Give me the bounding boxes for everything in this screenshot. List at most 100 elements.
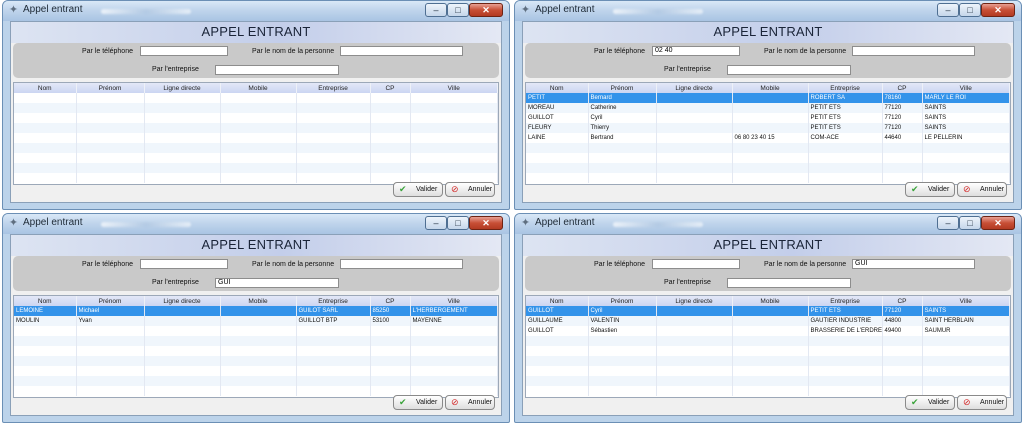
column-header[interactable]: Entreprise xyxy=(296,296,371,306)
table-row[interactable] xyxy=(14,356,498,366)
close-button[interactable]: ✕ xyxy=(981,3,1015,17)
maximize-button[interactable]: □ xyxy=(959,216,981,230)
table-row[interactable] xyxy=(526,366,1010,376)
maximize-button[interactable]: □ xyxy=(447,3,469,17)
valider-button[interactable]: ✔ Valider xyxy=(393,182,443,197)
table-row[interactable]: GUILLOT Sébastien BRASSERIE DE L'ERDRE 4940… xyxy=(526,326,1010,336)
close-button[interactable]: ✕ xyxy=(981,216,1015,230)
annuler-button[interactable]: ⊘ Annuler xyxy=(957,182,1007,197)
table-row[interactable] xyxy=(14,143,498,153)
column-header[interactable]: Mobile xyxy=(220,83,297,93)
window-titlebar[interactable]: ✦ Appel entrant – □ ✕ xyxy=(515,214,1021,234)
window-titlebar[interactable]: ✦ Appel entrant – □ ✕ xyxy=(3,214,509,234)
column-header[interactable]: Entreprise xyxy=(808,296,883,306)
annuler-button[interactable]: ⊘ Annuler xyxy=(957,395,1007,410)
column-header[interactable]: CP xyxy=(370,296,411,306)
table-row[interactable] xyxy=(14,113,498,123)
table-row[interactable] xyxy=(14,346,498,356)
phone-input[interactable] xyxy=(140,259,228,269)
company-input[interactable] xyxy=(727,278,851,288)
table-row[interactable] xyxy=(14,153,498,163)
table-row[interactable]: FLEURY Thierry PETIT ETS 77120 SAINTS xyxy=(526,123,1010,133)
column-header[interactable]: Ville xyxy=(410,83,498,93)
column-header[interactable]: Nom xyxy=(14,296,77,306)
window-titlebar[interactable]: ✦ Appel entrant – □ ✕ xyxy=(515,1,1021,21)
table-row[interactable]: PETIT Bernard ROBERT SA 78160 MARLY LE ROI xyxy=(526,93,1010,103)
minimize-button[interactable]: – xyxy=(937,3,959,17)
maximize-button[interactable]: □ xyxy=(447,216,469,230)
annuler-button[interactable]: ⊘ Annuler xyxy=(445,395,495,410)
phone-input[interactable] xyxy=(140,46,228,56)
table-row[interactable] xyxy=(14,133,498,143)
column-header[interactable]: CP xyxy=(882,83,923,93)
window-titlebar[interactable]: ✦ Appel entrant – □ ✕ xyxy=(3,1,509,21)
person-input[interactable] xyxy=(852,46,975,56)
valider-button[interactable]: ✔ Valider xyxy=(905,395,955,410)
valider-button[interactable]: ✔ Valider xyxy=(393,395,443,410)
column-header[interactable]: Prénom xyxy=(588,83,657,93)
table-row[interactable]: LAINE Bertrand 06 80 23 40 15 COM-ACE 44640 L… xyxy=(526,133,1010,143)
column-header[interactable]: Nom xyxy=(526,296,589,306)
column-header[interactable]: Ville xyxy=(410,296,498,306)
column-header[interactable]: Ligne directe xyxy=(144,296,221,306)
column-header[interactable]: Ville xyxy=(922,296,1010,306)
valider-button[interactable]: ✔ Valider xyxy=(905,182,955,197)
table-row[interactable]: MOULIN Yvan GUILLOT BTP 53100 MAYENNE xyxy=(14,316,498,326)
minimize-button[interactable]: – xyxy=(937,216,959,230)
annuler-button[interactable]: ⊘ Annuler xyxy=(445,182,495,197)
phone-input[interactable] xyxy=(652,259,740,269)
table-row[interactable]: GUILLAUME VALENTIN GAUTIER INDUSTRIE 44800 S… xyxy=(526,316,1010,326)
table-row[interactable]: GUILLOT Cyril PETIT ETS 77120 SAINTS xyxy=(526,113,1010,123)
column-header[interactable]: CP xyxy=(882,296,923,306)
column-header[interactable]: Prénom xyxy=(588,296,657,306)
table-row[interactable]: LEMOINE Michael GUILOT SARL 85250 L'HERBERGE… xyxy=(14,306,498,316)
table-row[interactable] xyxy=(14,123,498,133)
table-row[interactable] xyxy=(14,93,498,103)
table-row[interactable] xyxy=(526,143,1010,153)
column-header[interactable]: Ville xyxy=(922,83,1010,93)
minimize-button[interactable]: – xyxy=(425,216,447,230)
column-header[interactable]: CP xyxy=(370,83,411,93)
table-row[interactable] xyxy=(526,336,1010,346)
column-header[interactable]: Nom xyxy=(526,83,589,93)
table-row[interactable] xyxy=(14,103,498,113)
table-row[interactable] xyxy=(526,356,1010,366)
table-row[interactable] xyxy=(526,346,1010,356)
column-header[interactable]: Mobile xyxy=(732,296,809,306)
person-input[interactable] xyxy=(340,259,463,269)
table-row[interactable] xyxy=(526,376,1010,386)
company-input[interactable] xyxy=(215,65,339,75)
company-input[interactable] xyxy=(727,65,851,75)
column-header[interactable]: Prénom xyxy=(76,296,145,306)
column-header[interactable]: Ligne directe xyxy=(656,83,733,93)
minimize-button[interactable]: – xyxy=(425,3,447,17)
person-input[interactable]: GUI xyxy=(852,259,975,269)
table-row[interactable]: GUILLOT Cyril PETIT ETS 77120 SAINTS xyxy=(526,306,1010,316)
column-header[interactable]: Prénom xyxy=(76,83,145,93)
table-cell xyxy=(144,336,221,346)
window-title: Appel entrant xyxy=(535,4,595,15)
phone-input[interactable]: 02 40 xyxy=(652,46,740,56)
table-row[interactable]: MOREAU Catherine PETIT ETS 77120 SAINTS xyxy=(526,103,1010,113)
table-row[interactable] xyxy=(14,326,498,336)
column-header[interactable]: Ligne directe xyxy=(656,296,733,306)
table-cell xyxy=(220,113,297,123)
column-header[interactable]: Ligne directe xyxy=(144,83,221,93)
table-cell: SAINTS xyxy=(922,306,1010,316)
table-row[interactable] xyxy=(526,153,1010,163)
column-header[interactable]: Entreprise xyxy=(808,83,883,93)
maximize-button[interactable]: □ xyxy=(959,3,981,17)
table-row[interactable] xyxy=(14,163,498,173)
column-header[interactable]: Nom xyxy=(14,83,77,93)
table-row[interactable] xyxy=(14,366,498,376)
table-row[interactable] xyxy=(14,376,498,386)
person-input[interactable] xyxy=(340,46,463,56)
column-header[interactable]: Entreprise xyxy=(296,83,371,93)
close-button[interactable]: ✕ xyxy=(469,216,503,230)
column-header[interactable]: Mobile xyxy=(732,83,809,93)
close-button[interactable]: ✕ xyxy=(469,3,503,17)
table-row[interactable] xyxy=(526,163,1010,173)
column-header[interactable]: Mobile xyxy=(220,296,297,306)
table-row[interactable] xyxy=(14,336,498,346)
company-input[interactable]: GUI xyxy=(215,278,339,288)
